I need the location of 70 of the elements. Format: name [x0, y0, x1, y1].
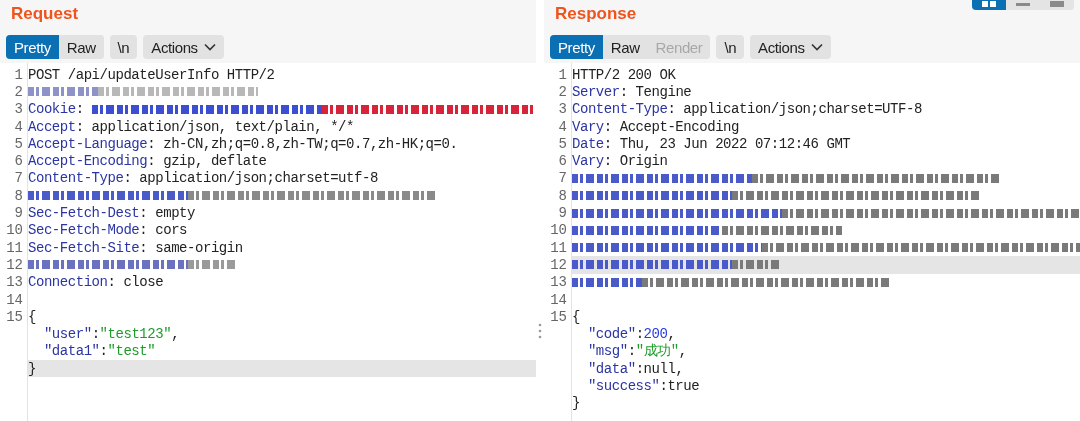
rows-icon: [1016, 1, 1030, 7]
code-text: Sec-Fetch-Dest: empty: [28, 205, 195, 221]
code-text: Date: Thu, 23 Jun 2022 07:12:46 GMT: [572, 135, 851, 152]
code-text: }: [28, 360, 36, 377]
line-number: 9: [13, 205, 24, 221]
newline-button[interactable]: \n: [716, 35, 745, 59]
line-number: 12: [549, 256, 568, 273]
code-text: {: [28, 308, 36, 325]
code-text: "user":"test123",: [42, 326, 180, 343]
code-text: "data1":"test": [42, 343, 156, 360]
line-number: 4: [13, 118, 24, 135]
line-number: 14: [549, 291, 568, 308]
line-number: 11: [549, 239, 568, 256]
line-number: 6: [557, 153, 568, 170]
code-text: Connection: close: [28, 274, 164, 291]
line-number: 9: [557, 205, 568, 221]
line-number: 2: [13, 83, 24, 100]
code-text: "msg":"成功",: [586, 342, 687, 361]
code-text: }: [572, 395, 580, 412]
code-text: Content-Type: application/json;charset=utf-8: [28, 170, 378, 187]
code-text: Vary: Accept-Encoding: [572, 118, 739, 135]
line-number: 10: [5, 222, 24, 239]
code-text: "data":null,: [586, 360, 684, 377]
code-text: HTTP/2 200 OK: [572, 66, 676, 83]
line-number: 7: [13, 170, 24, 187]
line-number: 1: [13, 66, 24, 83]
code-text: "code":200,: [586, 326, 676, 343]
line-number: 7: [557, 170, 568, 187]
actions-button[interactable]: Actions: [750, 35, 831, 59]
line-number: 8: [557, 187, 568, 204]
line-number: 5: [557, 135, 568, 152]
line-number: 12: [5, 256, 24, 273]
line-number: 13: [5, 274, 24, 291]
newline-button[interactable]: \n: [109, 35, 138, 59]
line-number: 11: [5, 239, 24, 256]
actions-button[interactable]: Actions: [143, 35, 224, 59]
code-text: Accept-Encoding: gzip, deflate: [28, 153, 267, 170]
columns-icon: [982, 1, 996, 7]
line-number: 15: [5, 308, 24, 325]
line-number: 10: [549, 222, 568, 239]
pane-title: Request: [10, 3, 79, 25]
view-tab[interactable]: Pretty: [550, 35, 603, 59]
code-text: {: [572, 308, 580, 325]
line-number: 15: [549, 308, 568, 325]
line-number: 1: [557, 66, 568, 83]
line-number: 3: [557, 101, 568, 118]
code-text: Sec-Fetch-Site: same-origin: [28, 239, 243, 256]
line-number: 2: [557, 83, 568, 100]
view-tab[interactable]: Pretty: [6, 35, 59, 59]
chevron-down-icon: [810, 43, 823, 51]
line-number: 8: [13, 187, 24, 204]
line-number: 6: [13, 153, 24, 170]
code-text: Content-Type: application/json;charset=UTF-8: [572, 101, 922, 118]
line-number: 4: [557, 118, 568, 135]
code-text: Sec-Fetch-Mode: cors: [28, 222, 188, 239]
code-text: Server: Tengine: [572, 83, 692, 100]
code-text: Accept: application/json, text/plain, */*: [28, 118, 355, 135]
code-text: Accept-Language: zh-CN,zh;q=0.8,zh-TW;q=0.7,zh-HK;q=0.: [28, 135, 458, 152]
code-text: Cookie:: [28, 101, 85, 118]
single-panel-icon: [1050, 1, 1064, 7]
code-text: POST /api/updateUserInfo HTTP/2: [28, 66, 275, 83]
drag-handle-icon[interactable]: [538, 322, 542, 339]
code-text: Vary: Origin: [572, 153, 668, 170]
chevron-down-icon: [203, 43, 216, 51]
pane-title: Response: [554, 3, 637, 25]
line-number: 3: [13, 101, 24, 118]
code-text: "success":true: [586, 378, 700, 394]
line-number: 14: [5, 291, 24, 308]
line-number: 5: [13, 135, 24, 152]
line-number: 13: [549, 274, 568, 291]
